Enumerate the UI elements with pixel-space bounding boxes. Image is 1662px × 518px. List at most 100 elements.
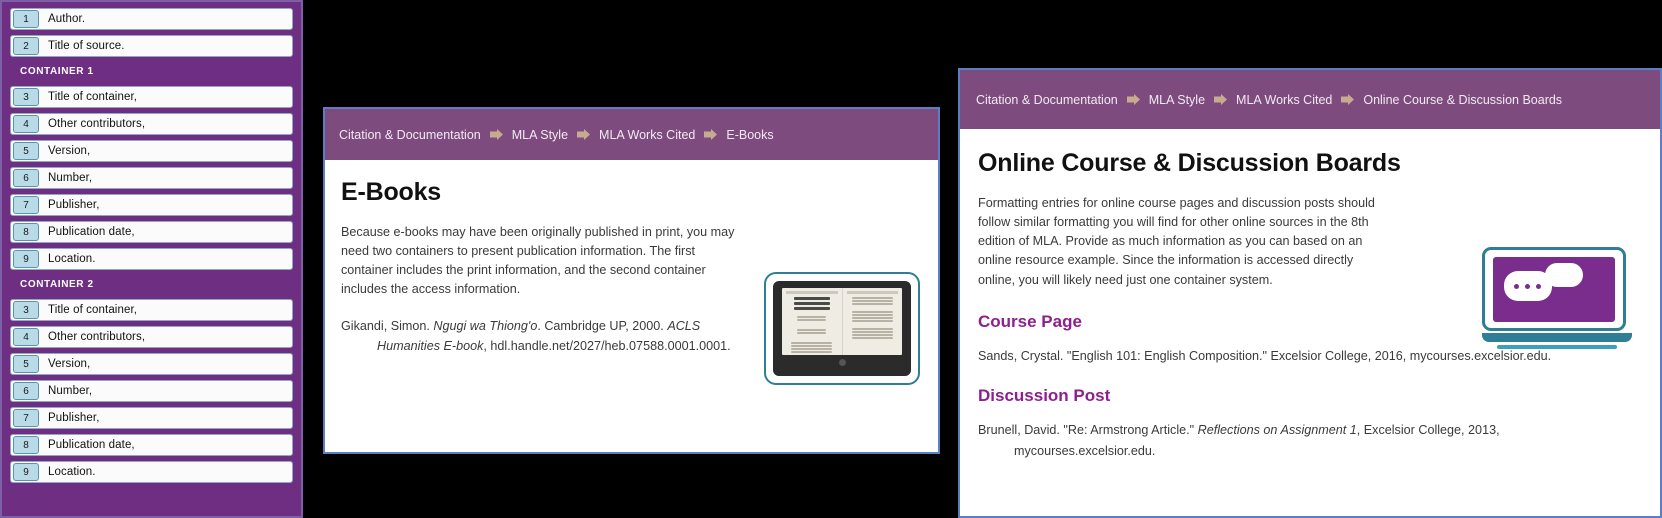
mla-element-row: 6 Number,	[10, 167, 293, 189]
element-number-badge: 2	[13, 37, 39, 55]
laptop-foot	[1497, 345, 1617, 349]
chevron-right-icon	[577, 129, 591, 140]
mla-element-row: 2 Title of source.	[10, 35, 293, 57]
element-number-badge: 4	[13, 328, 39, 346]
element-number-badge: 7	[13, 196, 39, 214]
element-label: Publication date,	[48, 226, 135, 238]
element-label: Other contributors,	[48, 331, 146, 343]
page-title: E-Books	[341, 178, 442, 206]
mla-element-row: 5 Version,	[10, 353, 293, 375]
intro-paragraph: Formatting entries for online course pag…	[978, 196, 1375, 287]
laptop-chat-bubbles-icon	[1482, 247, 1632, 349]
element-label: Version,	[48, 145, 91, 157]
breadcrumb-item-current: Online Course & Discussion Boards	[1363, 92, 1563, 107]
breadcrumb: Citation & Documentation MLA Style MLA W…	[325, 109, 938, 160]
mla-container-diagram-panel: 1 Author. 2 Title of source. CONTAINER 1…	[0, 0, 303, 518]
element-number-badge: 1	[13, 10, 39, 28]
breadcrumb-item-mla-style[interactable]: MLA Style	[1149, 93, 1205, 107]
mla-element-row: 7 Publisher,	[10, 407, 293, 429]
page-title: Online Course & Discussion Boards	[978, 149, 1401, 177]
chevron-right-icon	[1126, 94, 1140, 105]
element-number-badge: 8	[13, 223, 39, 241]
mla-element-row: 4 Other contributors,	[10, 326, 293, 348]
mla-element-row: 5 Version,	[10, 140, 293, 162]
citation-title-italic: Ngugi wa Thiong'o	[433, 318, 538, 333]
tablet-bezel	[773, 281, 911, 376]
breadcrumb-item-citation-documentation[interactable]: Citation & Documentation	[976, 93, 1118, 107]
element-label: Publication date,	[48, 439, 135, 451]
element-label: Number,	[48, 385, 93, 397]
laptop-display	[1493, 257, 1615, 322]
laptop-screen-frame	[1482, 247, 1626, 331]
e-reader-tablet-icon	[764, 272, 920, 385]
citation-author: Gikandi, Simon.	[341, 318, 434, 333]
element-label: Location.	[48, 466, 96, 478]
section-heading-discussion-post: Discussion Post	[978, 386, 1111, 406]
citation-second-line: mycourses.excelsior.edu.	[1014, 444, 1156, 459]
element-number-badge: 7	[13, 409, 39, 427]
laptop-base	[1482, 333, 1632, 342]
citation-publisher: , Excelsior College, 2013,	[1356, 423, 1500, 438]
mla-element-row: 3 Title of container,	[10, 299, 293, 321]
chevron-right-icon	[1214, 94, 1228, 105]
discussion-post-citation-example: Brunell, David. "Re: Armstrong Article."…	[978, 420, 1642, 462]
element-number-badge: 3	[13, 301, 39, 319]
element-label: Other contributors,	[48, 118, 146, 130]
citation-container-italic: ACLS	[667, 318, 701, 333]
ebook-citation-example: Gikandi, Simon. Ngugi wa Thiong'o. Cambr…	[341, 316, 761, 356]
breadcrumb: Citation & Documentation MLA Style MLA W…	[960, 70, 1660, 129]
element-label: Title of container,	[48, 91, 138, 103]
breadcrumb-item-current: E-Books	[726, 127, 774, 142]
mla-element-row: 9 Location.	[10, 248, 293, 270]
breadcrumb-item-citation-documentation[interactable]: Citation & Documentation	[339, 128, 481, 142]
citation-author: Brunell, David. "Re: Armstrong Article."	[978, 423, 1198, 438]
chevron-right-icon	[1341, 94, 1355, 105]
citation-container-italic: Reflections on Assignment 1	[1197, 423, 1357, 438]
ebooks-content: E-Books Because e-books may have been or…	[325, 160, 938, 385]
element-number-badge: 5	[13, 355, 39, 373]
mla-element-row: 1 Author.	[10, 8, 293, 30]
element-number-badge: 4	[13, 115, 39, 133]
element-number-badge: 8	[13, 436, 39, 454]
mla-diagram-inner: 1 Author. 2 Title of source. CONTAINER 1…	[10, 8, 293, 510]
element-label: Location.	[48, 253, 96, 265]
element-label: Title of source.	[48, 40, 125, 52]
book-page-right	[843, 288, 903, 355]
mla-element-row: 8 Publication date,	[10, 434, 293, 456]
ebooks-page-panel: Citation & Documentation MLA Style MLA W…	[323, 107, 940, 454]
mla-element-row: 4 Other contributors,	[10, 113, 293, 135]
home-button-icon	[838, 359, 846, 366]
element-label: Publisher,	[48, 199, 100, 211]
mla-element-row: 7 Publisher,	[10, 194, 293, 216]
container-2-heading: CONTAINER 2	[20, 279, 94, 290]
citation-location: , hdl.handle.net/2027/heb.07588.0001.000…	[483, 338, 731, 353]
element-label: Version,	[48, 358, 91, 370]
element-number-badge: 9	[13, 250, 39, 268]
intro-paragraph: Because e-books may have been originally…	[341, 225, 735, 297]
chat-bubble-large	[1504, 271, 1552, 301]
element-number-badge: 6	[13, 382, 39, 400]
tablet-screen	[782, 288, 902, 355]
breadcrumb-item-mla-works-cited[interactable]: MLA Works Cited	[1236, 93, 1332, 107]
citation-second-line: Humanities E-book, hdl.handle.net/2027/h…	[341, 336, 761, 356]
citation-publisher: . Cambridge UP, 2000.	[537, 318, 668, 333]
mla-element-row: 9 Location.	[10, 461, 293, 483]
online-course-content: Online Course & Discussion Boards Format…	[960, 129, 1660, 462]
mla-element-row: 3 Title of container,	[10, 86, 293, 108]
chevron-right-icon	[489, 129, 503, 140]
book-page-left	[782, 288, 843, 355]
chevron-right-icon	[704, 129, 718, 140]
element-number-badge: 5	[13, 142, 39, 160]
breadcrumb-item-mla-style[interactable]: MLA Style	[512, 128, 568, 142]
element-label: Number,	[48, 172, 93, 184]
element-number-badge: 6	[13, 169, 39, 187]
citation-container2-italic: Humanities E-book	[377, 338, 484, 353]
element-number-badge: 9	[13, 463, 39, 481]
element-label: Author.	[48, 13, 86, 25]
mla-element-row: 6 Number,	[10, 380, 293, 402]
breadcrumb-item-mla-works-cited[interactable]: MLA Works Cited	[599, 128, 695, 142]
online-course-page-panel: Citation & Documentation MLA Style MLA W…	[958, 68, 1662, 518]
mla-element-row: 8 Publication date,	[10, 221, 293, 243]
element-label: Title of container,	[48, 304, 138, 316]
element-number-badge: 3	[13, 88, 39, 106]
